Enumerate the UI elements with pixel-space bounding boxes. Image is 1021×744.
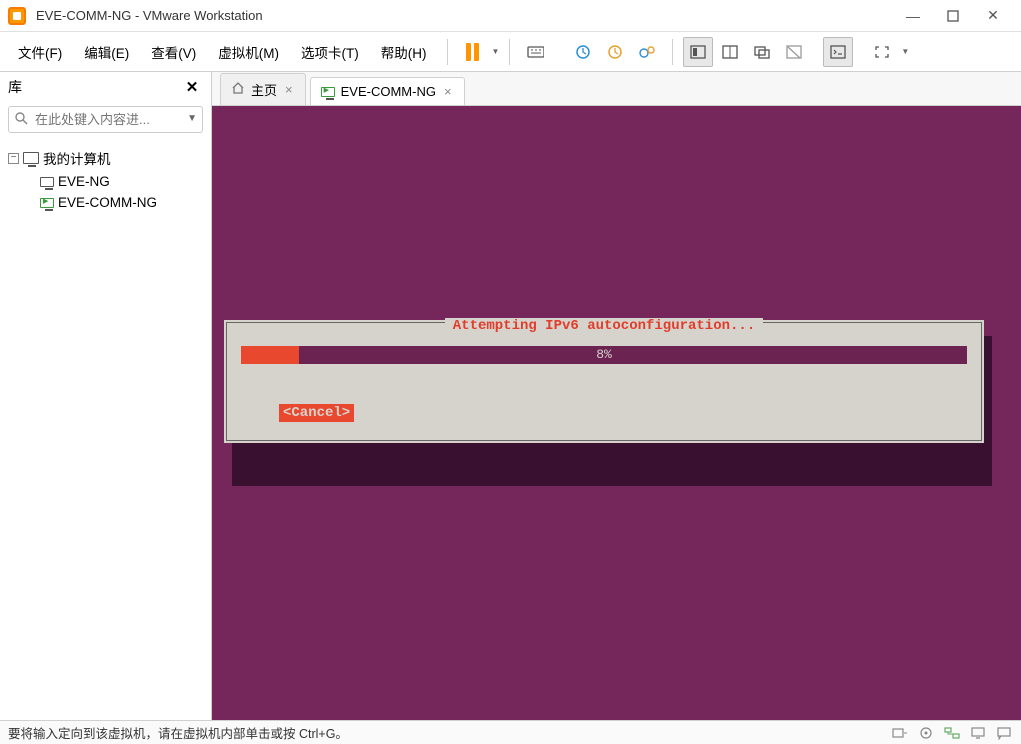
separator [447, 39, 448, 65]
progress-text: 8% [241, 346, 967, 364]
menu-edit[interactable]: 编辑(E) [74, 38, 139, 66]
tree-item-label: EVE-COMM-NG [58, 195, 157, 210]
main-area: 主页 × EVE-COMM-NG × Attempting IPv6 autoc… [212, 72, 1021, 720]
pause-button[interactable] [458, 37, 488, 67]
fullscreen-button[interactable] [867, 37, 897, 67]
manage-snapshot-button[interactable] [632, 37, 662, 67]
revert-snapshot-icon [606, 43, 624, 61]
progress-bar: 8% [241, 346, 967, 364]
menu-help[interactable]: 帮助(H) [371, 38, 437, 66]
console-button[interactable] [823, 37, 853, 67]
display-icon[interactable] [969, 725, 987, 741]
window-controls: — ✕ [893, 0, 1013, 32]
chevron-down-icon[interactable]: ▼ [492, 47, 500, 56]
statusbar: 要将输入定向到该虚拟机，请在虚拟机内部单击或按 Ctrl+G。 [0, 720, 1021, 744]
menu-file[interactable]: 文件(F) [8, 38, 72, 66]
single-view-icon [689, 43, 707, 61]
collapse-icon[interactable]: − [8, 153, 19, 164]
pause-icon [466, 43, 479, 61]
close-icon[interactable]: × [283, 82, 295, 97]
tab-strip: 主页 × EVE-COMM-NG × [212, 72, 1021, 106]
disk-icon[interactable] [917, 725, 935, 741]
chevron-down-icon[interactable]: ▼ [901, 47, 909, 56]
maximize-button[interactable] [933, 0, 973, 32]
tab-home-label: 主页 [251, 80, 277, 99]
search-input[interactable] [8, 106, 203, 133]
close-button[interactable]: ✕ [973, 0, 1013, 32]
separator [672, 39, 673, 65]
cancel-button[interactable]: <Cancel> [279, 404, 354, 422]
window-title: EVE-COMM-NG - VMware Workstation [36, 8, 893, 23]
status-text: 要将输入定向到该虚拟机，请在虚拟机内部单击或按 Ctrl+G。 [8, 723, 348, 742]
app-icon [8, 7, 26, 25]
menu-vm[interactable]: 虚拟机(M) [208, 38, 289, 66]
tab-vm-label: EVE-COMM-NG [341, 84, 436, 99]
manage-snapshot-icon [638, 43, 656, 61]
sidebar-search: ▼ [8, 106, 203, 133]
tree-root-label: 我的计算机 [43, 148, 111, 168]
library-tree: − 我的计算机 EVE-NG EVE-COMM-NG [0, 141, 211, 217]
menu-tabs[interactable]: 选项卡(T) [291, 38, 369, 66]
separator [509, 39, 510, 65]
chevron-down-icon[interactable]: ▼ [187, 113, 197, 124]
net-icon[interactable] [943, 725, 961, 741]
sidebar-title: 库 [8, 77, 22, 97]
multi-view-icon [721, 43, 739, 61]
tree-item-label: EVE-NG [58, 174, 110, 189]
quickswitch-button[interactable] [747, 37, 777, 67]
maximize-icon [947, 10, 959, 22]
home-icon [231, 81, 245, 98]
view-multi-button[interactable] [715, 37, 745, 67]
sidebar-close-button[interactable]: ✕ [181, 76, 203, 98]
console-icon [829, 43, 847, 61]
tree-root[interactable]: − 我的计算机 [6, 145, 205, 171]
sidebar: 库 ✕ ▼ − 我的计算机 EVE-NG EVE-COMM-NG [0, 72, 212, 720]
send-ctrl-alt-del-button[interactable] [520, 37, 550, 67]
unity-icon [785, 43, 803, 61]
quickswitch-icon [753, 43, 771, 61]
search-icon [14, 111, 28, 128]
tree-item-eve-comm-ng[interactable]: EVE-COMM-NG [6, 192, 205, 213]
view-single-button[interactable] [683, 37, 713, 67]
sidebar-header: 库 ✕ [0, 72, 211, 102]
input-icon[interactable] [891, 725, 909, 741]
status-icons [891, 725, 1013, 741]
body: 库 ✕ ▼ − 我的计算机 EVE-NG EVE-COMM-NG [0, 72, 1021, 720]
keyboard-icon [526, 43, 544, 61]
dialog-title: Attempting IPv6 autoconfiguration... [445, 318, 763, 334]
snapshot-button[interactable] [568, 37, 598, 67]
installer-dialog: Attempting IPv6 autoconfiguration... 8% … [224, 320, 984, 443]
revert-snapshot-button[interactable] [600, 37, 630, 67]
vm-on-icon [40, 198, 54, 208]
titlebar: EVE-COMM-NG - VMware Workstation — ✕ [0, 0, 1021, 32]
tree-item-eve-ng[interactable]: EVE-NG [6, 171, 205, 192]
vm-viewport[interactable]: Attempting IPv6 autoconfiguration... 8% … [212, 106, 1021, 720]
unity-button[interactable] [779, 37, 809, 67]
snapshot-icon [574, 43, 592, 61]
fullscreen-icon [873, 43, 891, 61]
vm-off-icon [40, 177, 54, 187]
vm-on-icon [321, 87, 335, 97]
message-icon[interactable] [995, 725, 1013, 741]
computer-icon [23, 152, 39, 164]
tab-home[interactable]: 主页 × [220, 73, 306, 105]
tab-vm[interactable]: EVE-COMM-NG × [310, 77, 465, 105]
close-icon[interactable]: × [442, 84, 454, 99]
menu-view[interactable]: 查看(V) [141, 38, 206, 66]
minimize-button[interactable]: — [893, 0, 933, 32]
menubar: 文件(F) 编辑(E) 查看(V) 虚拟机(M) 选项卡(T) 帮助(H) ▼ [0, 32, 1021, 72]
